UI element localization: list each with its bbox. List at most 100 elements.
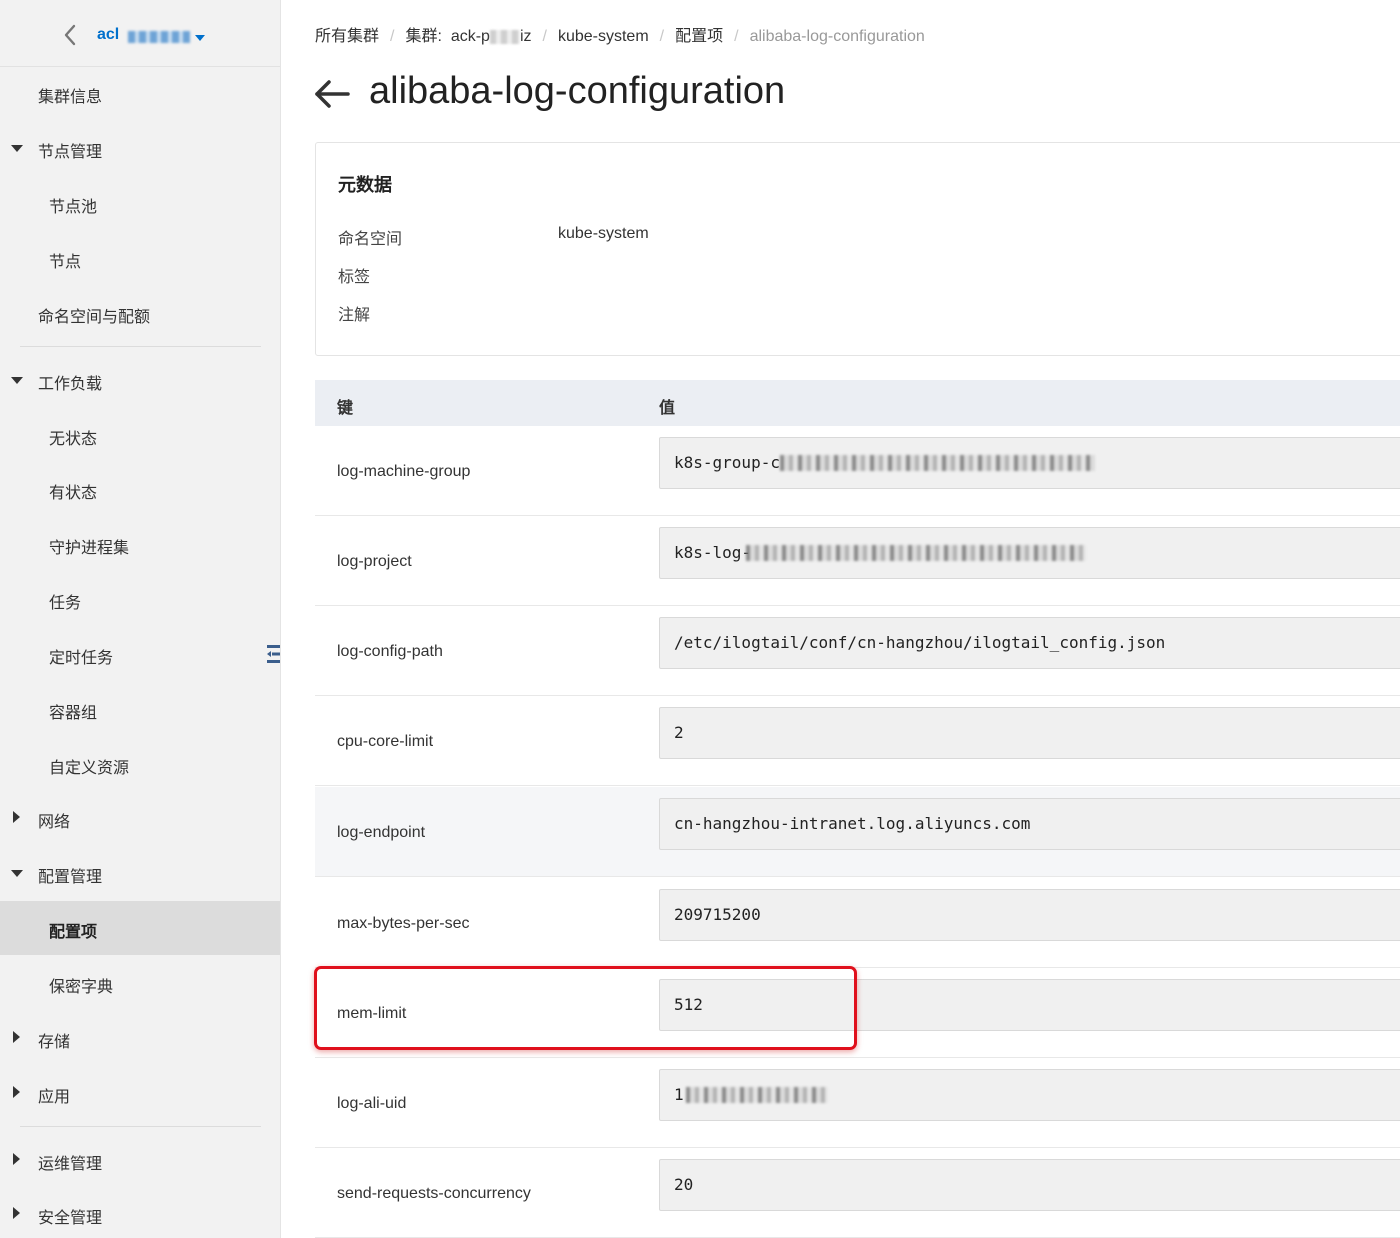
- nav-label: 配置项: [49, 924, 98, 941]
- row-value: cn-hangzhou-intranet.log.aliyuncs.com: [674, 814, 1031, 833]
- nav-cluster-info[interactable]: 集群信息: [0, 66, 280, 120]
- nav-label: 安全管理: [38, 1210, 103, 1227]
- nav-label: 运维管理: [38, 1156, 103, 1173]
- row-key: log-config-path: [337, 643, 443, 660]
- value-field[interactable]: k8s-log-: [659, 527, 1400, 579]
- key-column-header: 键: [337, 400, 354, 417]
- nav-daemonsets[interactable]: 守护进程集: [0, 517, 280, 571]
- breadcrumb-separator: /: [542, 28, 547, 45]
- nav-label: 定时任务: [49, 650, 114, 667]
- value-field[interactable]: /etc/ilogtail/conf/cn-hangzhou/ilogtail_…: [659, 617, 1400, 669]
- redacted-cluster-name: [128, 31, 190, 43]
- nav-label: 配置管理: [38, 869, 103, 886]
- nav-label: 存储: [38, 1034, 71, 1051]
- nav-node-management[interactable]: 节点管理: [0, 121, 280, 175]
- value-field[interactable]: 512: [659, 979, 1400, 1031]
- nav-statefulsets[interactable]: 有状态: [0, 462, 280, 516]
- breadcrumb-configmaps[interactable]: 配置项: [675, 22, 723, 46]
- breadcrumb-namespace[interactable]: kube-system: [558, 28, 649, 46]
- value-field[interactable]: cn-hangzhou-intranet.log.aliyuncs.com: [659, 798, 1400, 850]
- breadcrumb-cluster-prefix: ack-p: [450, 28, 490, 45]
- nav-label: 无状态: [49, 431, 98, 448]
- nav-label: 工作负载: [38, 376, 103, 393]
- table-row: log-config-path /etc/ilogtail/conf/cn-ha…: [315, 606, 1400, 696]
- table-row: log-machine-group k8s-group-c: [315, 426, 1400, 516]
- table-row: mem-limit 512: [315, 968, 1400, 1058]
- nav-label: 集群信息: [38, 89, 103, 106]
- table-row: send-requests-concurrency 20: [315, 1148, 1400, 1238]
- redacted-value: [686, 1087, 828, 1103]
- nav-operations[interactable]: 运维管理: [0, 1133, 280, 1187]
- table-row: log-project k8s-log-: [315, 516, 1400, 606]
- nav-node-pools[interactable]: 节点池: [0, 176, 280, 230]
- table-row: max-bytes-per-sec 209715200: [315, 878, 1400, 968]
- redacted-value: [780, 455, 1095, 471]
- nav-deployments[interactable]: 无状态: [0, 408, 280, 462]
- nav-namespaces-quotas[interactable]: 命名空间与配额: [0, 286, 280, 340]
- table-row: log-ali-uid 1: [315, 1058, 1400, 1148]
- nav-network[interactable]: 网络: [0, 791, 280, 845]
- value-field[interactable]: 20: [659, 1159, 1400, 1211]
- nav-label: 应用: [38, 1089, 71, 1106]
- nav-label: 节点池: [49, 199, 98, 216]
- cluster-selector[interactable]: acl: [0, 0, 280, 67]
- cluster-name[interactable]: acl: [97, 26, 119, 44]
- nav-label: 容器组: [49, 705, 98, 722]
- nav-label: 保密字典: [49, 979, 114, 996]
- nav-custom-resources[interactable]: 自定义资源: [0, 737, 280, 791]
- nav-config-management[interactable]: 配置管理: [0, 846, 280, 900]
- row-value: /etc/ilogtail/conf/cn-hangzhou/ilogtail_…: [674, 633, 1166, 652]
- namespace-value: kube-system: [558, 225, 649, 242]
- nav-secrets[interactable]: 保密字典: [0, 956, 280, 1010]
- breadcrumb-all-clusters[interactable]: 所有集群: [315, 22, 379, 46]
- row-key: mem-limit: [337, 1005, 407, 1022]
- nav-label: 网络: [38, 814, 71, 831]
- table-row: cpu-core-limit 2: [315, 696, 1400, 786]
- value-field[interactable]: 209715200: [659, 889, 1400, 941]
- table-row: log-endpoint cn-hangzhou-intranet.log.al…: [315, 787, 1400, 877]
- nav-configmaps[interactable]: 配置项: [0, 901, 280, 955]
- nav-security[interactable]: 安全管理: [0, 1187, 280, 1238]
- divider: [20, 1126, 261, 1127]
- value-field[interactable]: k8s-group-c: [659, 437, 1400, 489]
- caret-right-icon: [13, 1153, 20, 1165]
- value-column-header: 值: [659, 400, 676, 417]
- caret-right-icon: [13, 1086, 20, 1098]
- nav-nodes[interactable]: 节点: [0, 231, 280, 285]
- nav-label: 节点管理: [38, 144, 103, 161]
- row-key: log-machine-group: [337, 463, 471, 480]
- metadata-card: 元数据 命名空间 kube-system 标签 注解: [315, 142, 1400, 356]
- arrow-left-icon[interactable]: [313, 78, 351, 110]
- page-title: alibaba-log-configuration: [369, 70, 786, 112]
- nav-pods[interactable]: 容器组: [0, 682, 280, 736]
- collapse-sidebar-icon[interactable]: [266, 643, 281, 665]
- breadcrumb-cluster[interactable]: 集群: ack-p iz: [405, 22, 531, 46]
- row-value: 1: [674, 1085, 684, 1104]
- row-value: 209715200: [674, 905, 761, 924]
- caret-down-icon: [11, 377, 23, 384]
- nav-applications[interactable]: 应用: [0, 1066, 280, 1120]
- row-key: log-endpoint: [337, 824, 426, 841]
- nav-label: 节点: [49, 254, 82, 271]
- breadcrumb-current: alibaba-log-configuration: [749, 28, 925, 45]
- sidebar: acl 集群信息 节点管理 节点池 节点 命名空间与配额 工作负载 无状态 有状…: [0, 0, 281, 1238]
- caret-down-icon: [11, 870, 23, 877]
- row-value: 512: [674, 995, 703, 1014]
- row-value: 20: [674, 1175, 694, 1194]
- caret-down-icon[interactable]: [195, 35, 205, 41]
- nav-storage[interactable]: 存储: [0, 1011, 280, 1065]
- divider: [20, 346, 261, 347]
- row-key: log-project: [337, 553, 412, 570]
- nav-cronjobs[interactable]: 定时任务: [0, 627, 280, 681]
- nav-workloads[interactable]: 工作负载: [0, 353, 280, 407]
- nav-jobs[interactable]: 任务: [0, 572, 280, 626]
- row-key: cpu-core-limit: [337, 733, 434, 750]
- value-field[interactable]: 2: [659, 707, 1400, 759]
- chevron-left-icon[interactable]: [60, 22, 82, 48]
- nav-label: 有状态: [49, 485, 98, 502]
- value-field[interactable]: 1: [659, 1069, 1400, 1121]
- metadata-title: 元数据: [338, 175, 392, 195]
- annotations-label: 注解: [338, 307, 371, 324]
- breadcrumb: 所有集群 / 集群: ack-p iz / kube-system / 配置项 / alibaba…: [315, 22, 925, 46]
- row-value: k8s-group-c: [674, 453, 780, 472]
